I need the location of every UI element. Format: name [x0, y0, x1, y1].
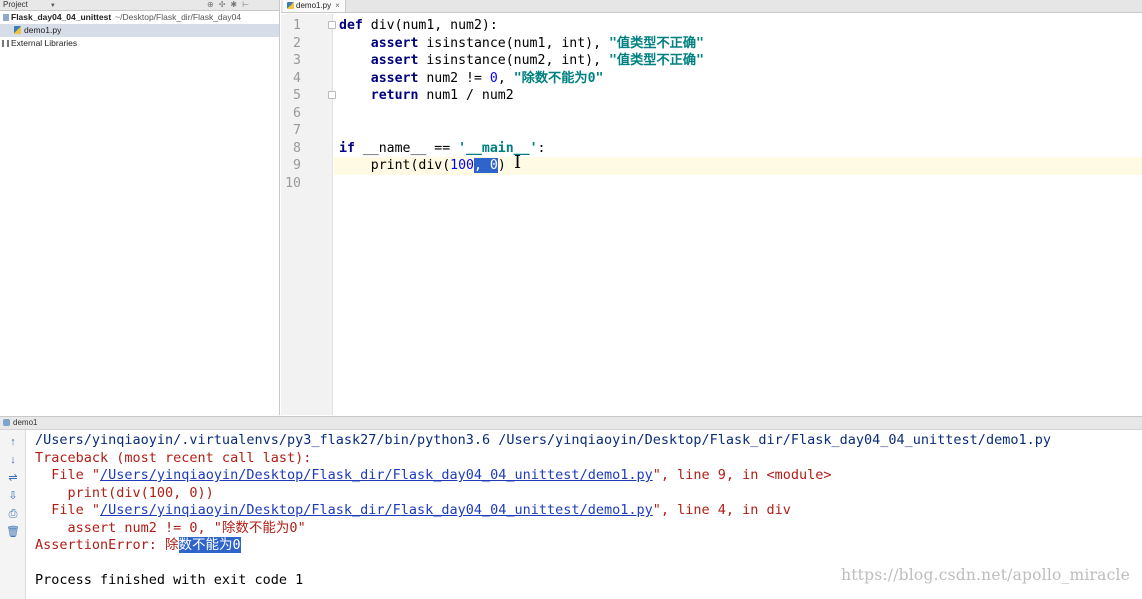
tree-item-demo1[interactable]: demo1.py	[0, 24, 279, 37]
console-traceback-code-2: assert num2 != 0, "除数不能为0"	[35, 519, 306, 536]
run-tab-label[interactable]: demo1	[13, 418, 37, 427]
line-number-gutter: 1 2 3 4 5 6 7 8 9 10	[281, 14, 336, 415]
console-traceback-header: Traceback (most recent call last):	[35, 449, 312, 466]
project-sidebar: Project ▼ ⊕✣✱⊢ Flask_day04_04_unittest ~/D…	[0, 0, 280, 415]
project-view-selector[interactable]: Project ▼	[3, 0, 56, 11]
tab-demo1[interactable]: demo1.py ×	[283, 0, 346, 12]
tree-item-project-root[interactable]: Flask_day04_04_unittest ~/Desktop/Flask_d…	[0, 11, 279, 24]
code-line-3: assert isinstance(num2, int), "值类型不正确"	[370, 53, 704, 68]
line-number: 2	[293, 35, 301, 51]
library-icon	[2, 40, 9, 47]
trash-icon[interactable]: 🗑	[6, 525, 20, 539]
collapse-icon[interactable]: ✣	[219, 0, 231, 9]
line-number: 9	[293, 158, 301, 173]
chevron-down-icon: ▼	[49, 3, 56, 9]
line-number: 6	[293, 105, 301, 121]
traceback-link-1[interactable]: /Users/yinqiaoyin/Desktop/Flask_dir/Flas…	[100, 467, 653, 483]
console-error-message: AssertionError: 除数不能为0	[35, 537, 241, 553]
project-view-header: Project ▼ ⊕✣✱⊢	[0, 0, 279, 11]
python-file-icon	[14, 26, 21, 34]
code-line-2: assert isinstance(num1, int), "值类型不正确"	[370, 35, 704, 51]
line-number: 8	[293, 140, 301, 156]
arrow-up-icon[interactable]: ↑	[6, 435, 20, 449]
sync-icon[interactable]: ⊕	[207, 0, 219, 9]
python-file-icon	[287, 2, 294, 9]
code-editor: demo1.py × 1 2 3 4 5 6 7 8 9 10 def div(n…	[281, 0, 1142, 415]
code-line-9: print(div(100, 0)	[334, 157, 1142, 175]
external-libraries-label: External Libraries	[11, 38, 78, 48]
code-line-1: def div(num1, num2):	[339, 18, 498, 33]
code-area[interactable]: def div(num1, num2): assert isinstance(n…	[334, 14, 1142, 415]
watermark: https://blog.csdn.net/apollo_miracle	[841, 566, 1130, 584]
line-number: 5	[293, 88, 301, 103]
run-toolbar: ↑ ↓ ⇌ ⇩ ⎙ 🗑	[0, 430, 26, 599]
line-number: 10	[285, 175, 301, 191]
console-traceback-file-2: File "/Users/yinqiaoyin/Desktop/Flask_di…	[35, 502, 791, 518]
editor-tab-bar: demo1.py ×	[281, 0, 1142, 13]
hide-icon[interactable]: ⊢	[242, 0, 254, 9]
print-icon[interactable]: ⎙	[6, 507, 20, 521]
run-config-icon	[3, 419, 10, 426]
scroll-to-end-icon[interactable]: ⇩	[6, 489, 20, 503]
line-number: 7	[293, 123, 301, 138]
project-view-label: Project	[3, 0, 28, 9]
project-name: Flask_day04_04_unittest	[11, 12, 112, 22]
folder-icon	[3, 14, 9, 21]
console-exit-status: Process finished with exit code 1	[35, 572, 304, 588]
console-traceback-code-1: print(div(100, 0))	[35, 484, 214, 501]
code-line-5: return num1 / num2	[370, 88, 514, 103]
line-number: 1	[293, 18, 301, 33]
traceback-link-2[interactable]: /Users/yinqiaoyin/Desktop/Flask_dir/Flas…	[100, 502, 653, 518]
sidebar-tools: ⊕✣✱⊢	[207, 0, 254, 10]
text-cursor-icon: I	[514, 152, 522, 173]
line-number: 3	[293, 53, 301, 68]
soft-wrap-icon[interactable]: ⇌	[6, 471, 20, 485]
project-path: ~/Desktop/Flask_dir/Flask_day04	[115, 12, 242, 22]
text-selection: , 0	[474, 158, 498, 173]
console-selection: 数不能为0	[178, 537, 241, 553]
tab-label: demo1.py	[296, 1, 332, 10]
close-icon[interactable]: ×	[335, 1, 340, 10]
file-name: demo1.py	[24, 25, 62, 35]
code-line-4: assert num2 != 0, "除数不能为0"	[370, 70, 604, 86]
run-panel-header: demo1	[0, 416, 1142, 430]
line-number: 4	[293, 70, 301, 86]
code-line-8: if __name__ == '__main__':	[339, 140, 546, 156]
arrow-down-icon[interactable]: ↓	[6, 453, 20, 467]
tree-item-external-libraries[interactable]: External Libraries	[0, 37, 279, 50]
console-command-line: /Users/yinqiaoyin/.virtualenvs/py3_flask…	[35, 432, 1051, 448]
console-traceback-file-1: File "/Users/yinqiaoyin/Desktop/Flask_di…	[35, 467, 832, 483]
gear-icon[interactable]: ✱	[230, 0, 242, 9]
